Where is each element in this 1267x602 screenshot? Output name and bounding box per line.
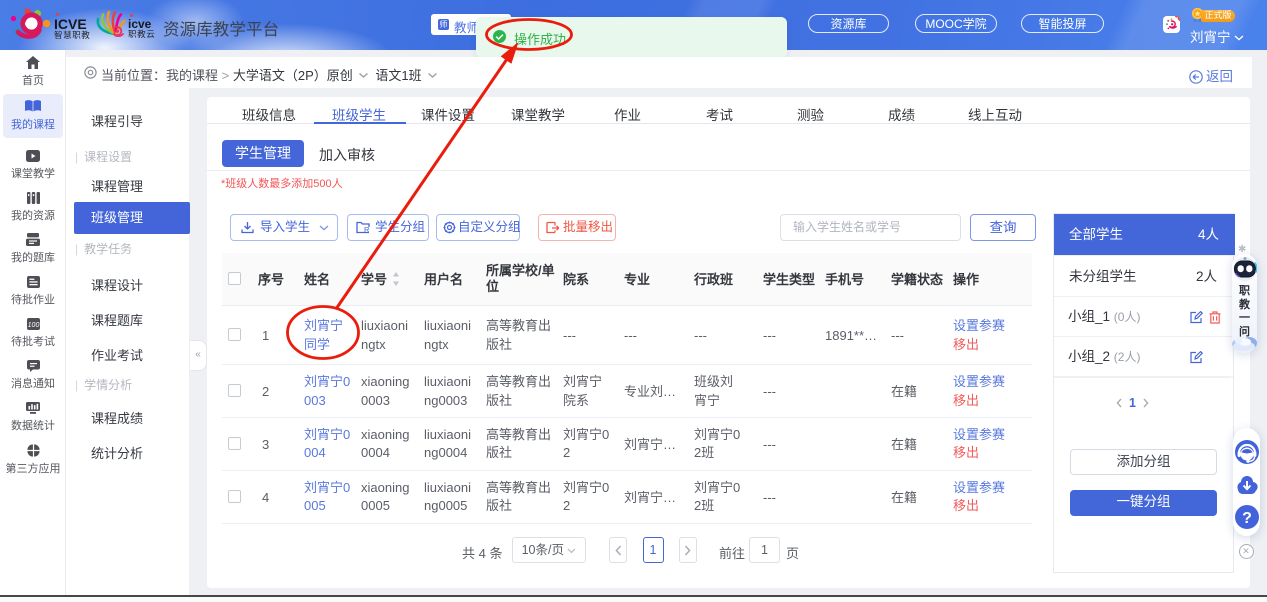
svg-text:?: ?: [1242, 510, 1252, 527]
svg-text:100: 100: [27, 322, 39, 329]
svg-text:R: R: [364, 225, 370, 234]
